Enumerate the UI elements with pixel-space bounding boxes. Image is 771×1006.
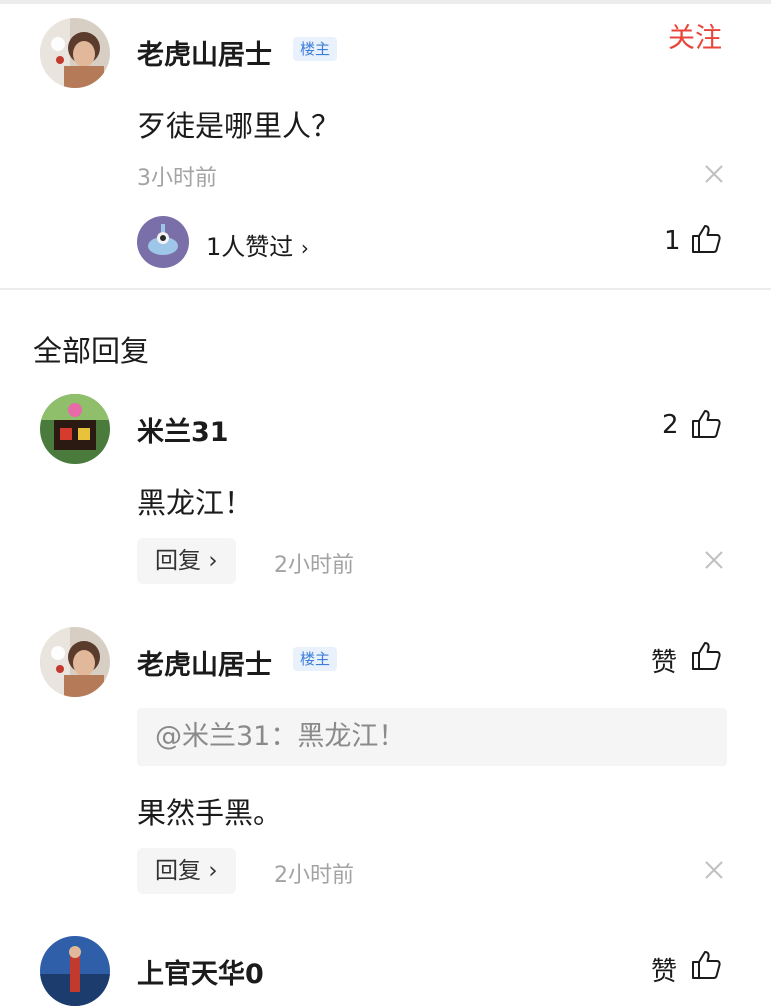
owner-badge: 楼主 [293,37,338,61]
post-content: 歹徒是哪里人？ [137,109,341,143]
close-icon[interactable] [703,163,725,185]
reply-time: 2小时前 [274,863,354,888]
reply-time: 2小时前 [274,553,354,578]
like-label: 赞 [651,957,678,987]
liker-avatar[interactable] [137,216,189,268]
section-divider [0,288,771,290]
close-icon[interactable] [703,549,725,571]
chevron-right-icon: › [208,548,218,574]
reply-avatar[interactable] [40,394,110,464]
reply-button[interactable]: 回复 › [137,848,236,894]
reply-label: 回复 [155,858,201,884]
reply-label: 回复 [155,548,201,574]
thumbs-up-icon[interactable] [690,223,722,255]
author-name[interactable]: 老虎山居士 [137,33,272,72]
liked-by-link[interactable]: 1人赞过 › [206,227,309,262]
reply-content: 果然手黑。 [137,796,283,830]
like-label: 赞 [651,648,678,678]
chevron-right-icon: › [300,236,309,260]
owner-badge: 楼主 [293,647,338,671]
reply-author[interactable]: 米兰31 [137,410,229,449]
chevron-right-icon: › [208,858,218,884]
reply-button[interactable]: 回复 › [137,538,236,584]
author-avatar[interactable] [40,18,110,88]
thumbs-up-icon[interactable] [690,949,722,981]
like-count: 1 [664,226,681,256]
reply-author[interactable]: 老虎山居士 [137,643,272,682]
reply-author[interactable]: 上官天华0 [137,952,264,991]
like-count: 2 [662,410,679,440]
follow-button[interactable]: 关注 [668,16,722,55]
replies-section-title: 全部回复 [33,334,150,368]
reply-avatar[interactable] [40,627,110,697]
close-icon[interactable] [703,859,725,881]
top-separator [0,0,771,4]
reply-content: 黑龙江！ [137,486,254,520]
thumbs-up-icon[interactable] [690,408,722,440]
post-time: 3小时前 [137,166,217,191]
thumbs-up-icon[interactable] [690,640,722,672]
reply-avatar[interactable] [40,936,110,1006]
liked-by-text: 1人赞过 [206,233,294,261]
quoted-reply: @米兰31：黑龙江！ [137,708,727,766]
